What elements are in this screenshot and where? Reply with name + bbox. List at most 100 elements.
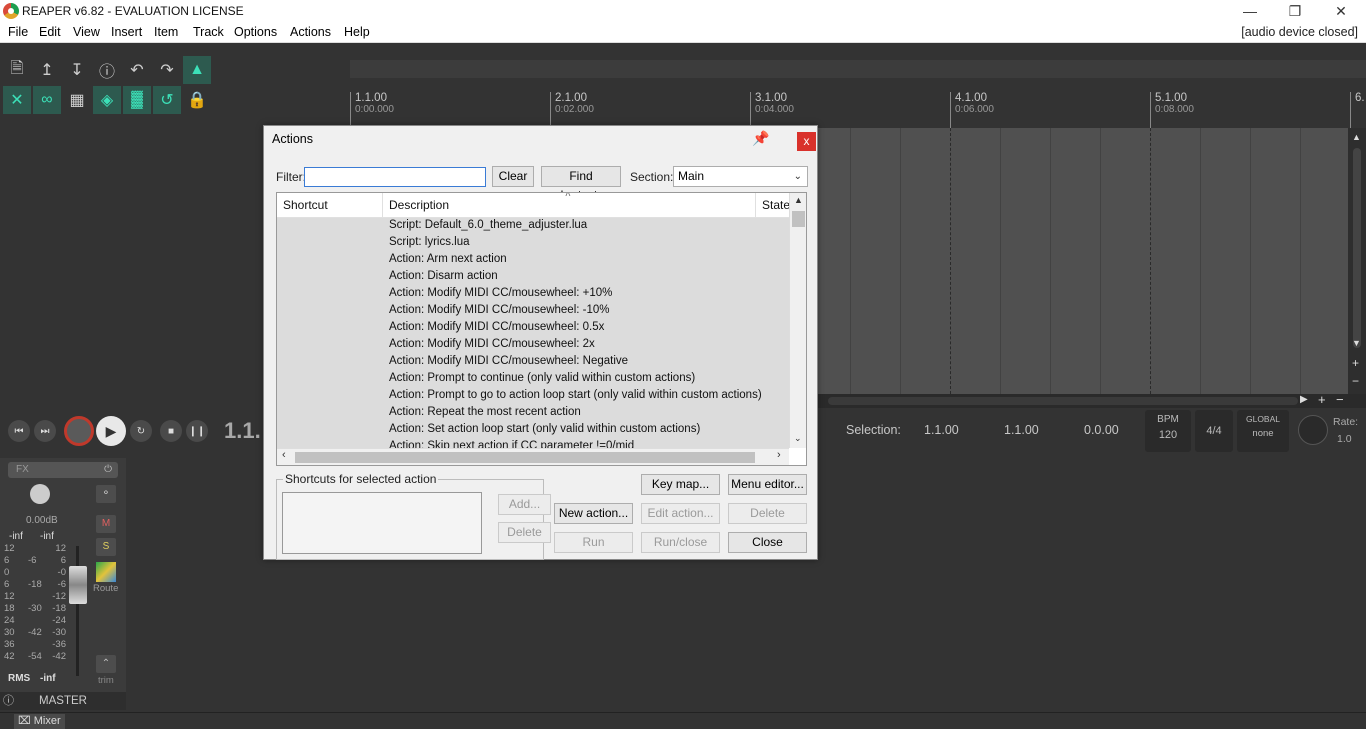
list-item[interactable]: Action: Disarm action	[277, 269, 789, 286]
bpm-box[interactable]: BPM 120	[1145, 410, 1191, 452]
master-volume[interactable]: 0.00dB	[26, 515, 58, 526]
list-item[interactable]: Action: Prompt to go to action loop star…	[277, 388, 789, 405]
menu-view[interactable]: View	[73, 25, 100, 39]
list-item[interactable]: Script: lyrics.lua	[277, 235, 789, 252]
menu-edit[interactable]: Edit	[39, 25, 61, 39]
snap-icon[interactable]: ▓	[123, 86, 151, 114]
open-project-icon[interactable]: ↥	[33, 56, 61, 84]
stop-icon[interactable]: ■	[160, 420, 182, 442]
menu-track[interactable]: Track	[193, 25, 224, 39]
redo-icon[interactable]: ↷	[153, 56, 181, 84]
list-item[interactable]: Action: Modify MIDI CC/mousewheel: +10%	[277, 286, 789, 303]
go-to-end-icon[interactable]: ⏭	[34, 420, 56, 442]
play-icon[interactable]: ▶	[96, 416, 126, 446]
list-horizontal-scrollbar[interactable]: ‹ ›	[277, 448, 789, 465]
undo-icon[interactable]: ↶	[123, 56, 151, 84]
item-grouping-icon[interactable]: ∞	[33, 86, 61, 114]
menu-help[interactable]: Help	[344, 25, 370, 39]
selection-label: Selection:	[846, 423, 901, 437]
close-button[interactable]: Close	[728, 532, 807, 553]
list-vertical-scrollbar[interactable]: ▲ ⌄	[789, 193, 806, 448]
fx-button[interactable]: FX ⏻	[8, 462, 118, 478]
actions-list[interactable]: Shortcut Description ˄ State Script: Def…	[276, 192, 807, 466]
envelope-points-icon[interactable]: ◈	[93, 86, 121, 114]
list-item[interactable]: Action: Repeat the most recent action	[277, 405, 789, 422]
mono-stereo-icon[interactable]: ⚬	[96, 485, 116, 503]
go-to-start-icon[interactable]: ⏮	[8, 420, 30, 442]
mixer-tab[interactable]: ⌧ Mixer	[14, 714, 65, 729]
filter-input[interactable]	[304, 167, 486, 187]
zoom-out-icon[interactable]: −	[1352, 374, 1359, 388]
list-item[interactable]: Action: Set action loop start (only vali…	[277, 422, 789, 439]
dialog-close-button[interactable]: x	[797, 132, 816, 151]
list-item[interactable]: Action: Modify MIDI CC/mousewheel: -10%	[277, 303, 789, 320]
scroll-down-icon[interactable]: ▼	[1352, 338, 1361, 348]
trim-icon[interactable]: ⌃	[96, 655, 116, 673]
project-settings-icon[interactable]: ⓘ	[93, 56, 121, 84]
list-item[interactable]: Action: Modify MIDI CC/mousewheel: 2x	[277, 337, 789, 354]
timeline-ruler[interactable]: 1.1.00 0:00.000 2.1.00 0:02.000 3.1.00 0…	[350, 92, 1366, 128]
list-item[interactable]: Script: Default_6.0_theme_adjuster.lua	[277, 218, 789, 235]
shortcuts-list[interactable]	[282, 492, 482, 554]
pan-knob[interactable]	[30, 484, 50, 504]
mute-button[interactable]: M	[96, 515, 116, 533]
record-icon[interactable]	[64, 416, 94, 446]
close-window-button[interactable]: ✕	[1318, 0, 1364, 22]
delete-shortcut-button[interactable]: Delete	[498, 522, 551, 543]
add-shortcut-button[interactable]: Add...	[498, 494, 551, 515]
pause-icon[interactable]: ❙❙	[186, 420, 208, 442]
region-lane[interactable]	[350, 60, 1366, 78]
key-map-button[interactable]: Key map...	[641, 474, 720, 495]
auto-crossfade-icon[interactable]: ↺	[153, 86, 181, 114]
list-item[interactable]: Action: Prompt to continue (only valid w…	[277, 371, 789, 388]
ripple-edit-icon[interactable]: ✕	[3, 86, 31, 114]
menu-file[interactable]: File	[8, 25, 28, 39]
menu-item[interactable]: Item	[154, 25, 178, 39]
clear-button[interactable]: Clear	[492, 166, 534, 187]
new-project-icon[interactable]: 🗎	[3, 56, 31, 84]
list-item[interactable]: Action: Modify MIDI CC/mousewheel: 0.5x	[277, 320, 789, 337]
zoom-out-h-icon[interactable]: −	[1336, 392, 1344, 407]
minimize-button[interactable]: —	[1227, 0, 1273, 22]
list-item[interactable]: Action: Arm next action	[277, 252, 789, 269]
grid-icon[interactable]: ▦	[63, 86, 91, 114]
time-signature[interactable]: 4/4	[1195, 410, 1233, 452]
playrate-knob[interactable]	[1298, 415, 1328, 445]
selection-end[interactable]: 1.1.00	[1004, 423, 1039, 437]
zoom-in-h-icon[interactable]: +	[1318, 392, 1326, 407]
edit-action-button[interactable]: Edit action...	[641, 503, 720, 524]
menu-insert[interactable]: Insert	[111, 25, 142, 39]
arrange-vertical-scrollbar[interactable]: ▲ ▼ + −	[1348, 128, 1366, 394]
pin-icon[interactable]: 📌	[752, 130, 769, 147]
solo-button[interactable]: S	[96, 538, 116, 556]
menu-actions[interactable]: Actions	[290, 25, 331, 39]
find-shortcut-button[interactable]: Find shortcut...	[541, 166, 621, 202]
position-display[interactable]: 1.1.	[224, 418, 261, 444]
global-playrate-mode[interactable]: GLOBAL none	[1237, 410, 1289, 452]
lock-icon[interactable]: 🔒	[183, 86, 211, 114]
save-project-icon[interactable]: ↧	[63, 56, 91, 84]
run-button[interactable]: Run	[554, 532, 633, 553]
delete-action-button[interactable]: Delete	[728, 503, 807, 524]
shortcuts-group-label: Shortcuts for selected action	[283, 472, 439, 486]
rate-value[interactable]: 1.0	[1337, 433, 1352, 445]
route-icon[interactable]	[96, 562, 116, 582]
menu-editor-button[interactable]: Menu editor...	[728, 474, 807, 495]
volume-fader[interactable]	[69, 566, 87, 604]
menu-options[interactable]: Options	[234, 25, 277, 39]
section-select[interactable]: Main ⌄	[673, 166, 808, 187]
metronome-icon[interactable]: ▲	[183, 56, 211, 84]
zoom-in-icon[interactable]: +	[1352, 356, 1359, 370]
maximize-button[interactable]: ❐	[1272, 0, 1318, 22]
scrollbar-thumb[interactable]	[1353, 148, 1361, 348]
selection-length[interactable]: 0.0.00	[1084, 423, 1119, 437]
repeat-icon[interactable]: ↻	[130, 420, 152, 442]
selection-start[interactable]: 1.1.00	[924, 423, 959, 437]
list-item[interactable]: Action: Modify MIDI CC/mousewheel: Negat…	[277, 354, 789, 371]
new-action-button[interactable]: New action...	[554, 503, 633, 524]
scroll-up-icon[interactable]: ▲	[1352, 132, 1361, 142]
run-close-button[interactable]: Run/close	[641, 532, 720, 553]
column-shortcut[interactable]: Shortcut	[277, 193, 383, 218]
play-small-icon[interactable]: ▶	[1300, 394, 1308, 405]
audio-device-status[interactable]: [audio device closed]	[1241, 25, 1358, 39]
